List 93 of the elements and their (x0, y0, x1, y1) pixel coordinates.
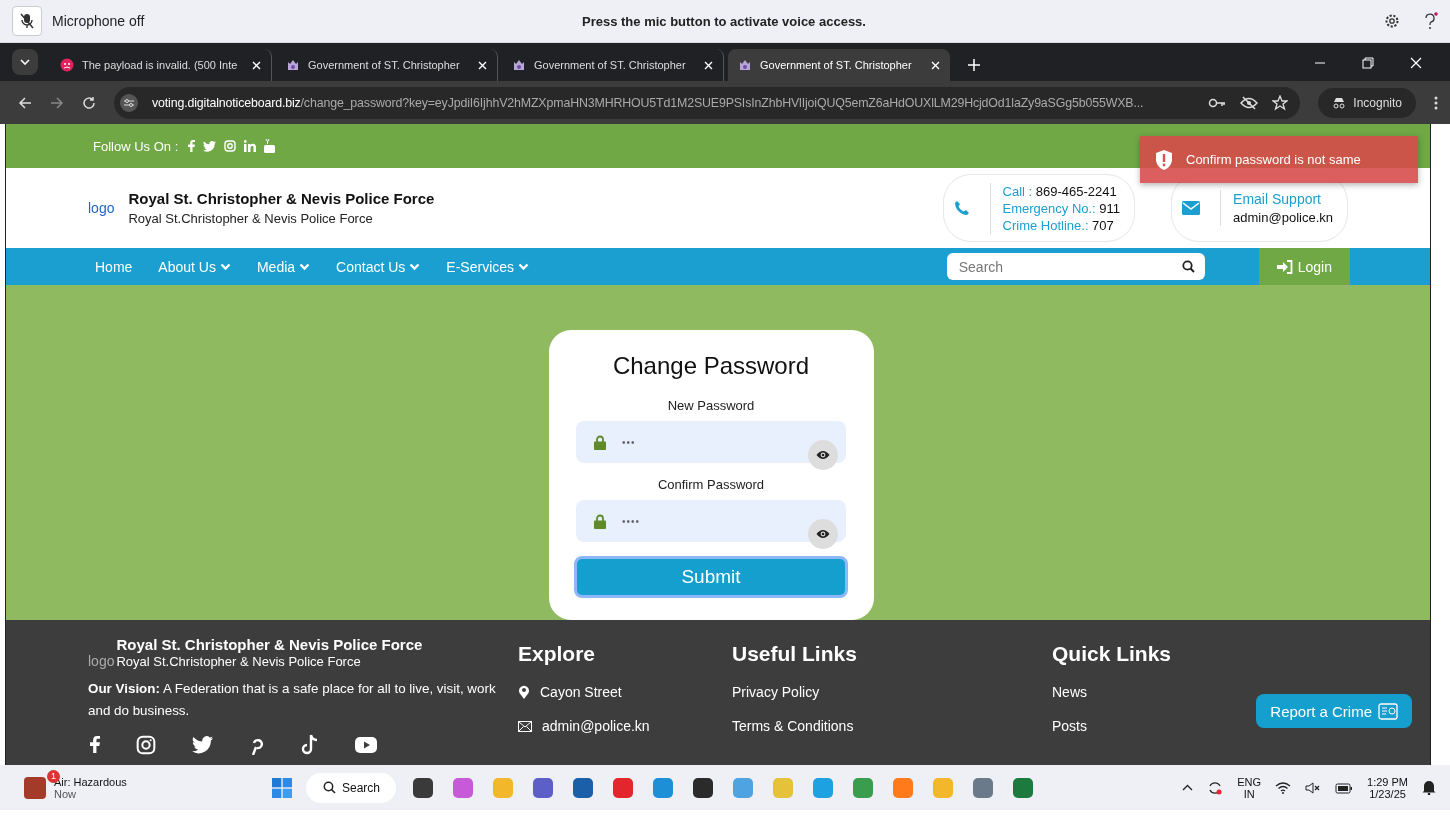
eye-icon (816, 529, 830, 539)
microphone-off-button[interactable] (12, 6, 42, 36)
warning-shield-icon (1154, 148, 1174, 171)
notification-bell-icon[interactable] (1422, 780, 1436, 795)
instagram-icon[interactable] (136, 734, 156, 755)
crest-icon (286, 58, 300, 72)
input-language-indicator[interactable]: ENG IN (1237, 775, 1262, 800)
browser-tab[interactable]: Government of ST. Christopher (728, 49, 950, 81)
footer-link[interactable]: Terms & Conditions (732, 718, 854, 734)
microphone-slash-icon (20, 13, 34, 29)
star-icon[interactable] (1272, 94, 1289, 111)
speaker-muted-icon[interactable] (1305, 780, 1322, 795)
envelope-icon (518, 720, 532, 732)
phone-icon (953, 200, 970, 216)
tab-search-button[interactable] (12, 49, 38, 75)
site-settings-icon[interactable] (120, 93, 138, 112)
email-support-label: Email Support (1233, 190, 1322, 209)
close-icon[interactable] (931, 60, 940, 70)
help-icon[interactable] (1422, 12, 1438, 30)
site-title: Royal St. Christopher & Nevis Police Force (128, 190, 435, 207)
footer-title: Royal St. Christopher & Nevis Police Force (116, 636, 423, 653)
start-icon[interactable] (272, 777, 293, 798)
close-icon[interactable] (1410, 57, 1422, 69)
tiktok-icon[interactable] (301, 734, 319, 755)
search-field[interactable]: Search (946, 253, 1205, 280)
settings-icon[interactable] (1384, 13, 1400, 29)
login-arrow-icon (1276, 259, 1293, 274)
wifi-icon[interactable] (1275, 781, 1292, 794)
crest-icon (512, 58, 526, 72)
site-subtitle: Royal St.Christopher & Nevis Police Force (128, 211, 374, 226)
search-icon[interactable] (1181, 260, 1195, 273)
weather-time: Now (54, 787, 77, 800)
eye-crossed-icon[interactable] (1240, 95, 1259, 110)
show-password-button[interactable] (808, 519, 838, 549)
follow-us-label: Follow Us On : (93, 138, 179, 154)
close-icon[interactable] (704, 60, 713, 70)
restore-icon[interactable] (1362, 57, 1374, 69)
phone-number-text: Call : 869-465-2241 (1002, 182, 1118, 200)
broken-logo-image: logo (88, 200, 115, 216)
search-icon (322, 781, 336, 794)
footer-subtitle: Royal St.Christopher & Nevis Police Force (116, 654, 362, 669)
padlock-icon (594, 434, 606, 450)
voice-access-message: Press the mic button to activate voice access. (581, 13, 867, 29)
taskbar-search-field[interactable]: Search (306, 772, 397, 803)
crest-icon (738, 58, 752, 72)
vision-statement: Our Vision: A Federation that is a safe place for all to live, visit, work and do business. (88, 680, 497, 720)
password-field[interactable]: •••• (576, 500, 846, 542)
weather-alert-icon[interactable] (24, 776, 46, 799)
close-icon[interactable] (252, 60, 261, 70)
envelope-icon (1182, 201, 1201, 215)
reload-icon[interactable] (82, 95, 96, 110)
clock[interactable]: 1:29 PM 1/23/25 (1367, 775, 1408, 800)
eye-icon (816, 450, 830, 460)
key-icon[interactable] (1208, 97, 1227, 108)
incognito-button[interactable]: Incognito (1318, 87, 1416, 118)
toast-message: Confirm password is not same (1186, 152, 1361, 167)
twitter-icon[interactable] (192, 735, 213, 754)
error-face-icon (60, 58, 74, 72)
linkedin-icon[interactable] (244, 140, 257, 152)
footer-link[interactable]: Posts (1052, 718, 1087, 734)
show-password-button[interactable] (808, 440, 838, 470)
footer-heading: Quick Links (1052, 642, 1172, 666)
close-icon[interactable] (478, 60, 487, 70)
field-label: Confirm Password (657, 477, 765, 492)
field-label: New Password (667, 398, 755, 413)
incognito-icon (1332, 96, 1347, 109)
phone-number-text: Crime Hotline.: 707 (1002, 216, 1115, 234)
padlock-icon (594, 513, 606, 529)
location-pin-icon (518, 685, 530, 699)
footer-link[interactable]: Privacy Policy (732, 684, 820, 700)
footer-link[interactable]: admin@police.kn (542, 718, 650, 734)
sync-icon[interactable] (1207, 779, 1224, 796)
phone-number-text: Emergency No.: 911 (1002, 199, 1121, 217)
footer-heading: Explore (518, 642, 597, 666)
chevron-down-icon (20, 59, 30, 65)
footer-link[interactable]: News (1052, 684, 1087, 700)
chevron-up-icon[interactable] (1182, 784, 1194, 791)
address-bar[interactable]: voting.digitalnoticeboard.biz/change_password?key=eyJpdiI6IjhhV2hMZXpmaHN3MHRHOU5Td1M2SUE9PSIsInZhbHVlIjoiQUQ5emZ6aHdOUXlLM29HcjdOd1laZy9aSGg5b055WXB... (114, 86, 1301, 119)
back-arrow-icon[interactable] (18, 95, 32, 110)
id-card-icon (1378, 702, 1398, 720)
password-field[interactable]: ••• (576, 421, 846, 463)
menu-icon[interactable] (1434, 95, 1438, 110)
broken-logo-image: logo (88, 653, 115, 669)
microphone-status: Microphone off (52, 13, 146, 29)
new-tab-icon[interactable] (968, 59, 980, 71)
forward-arrow-icon[interactable] (50, 95, 64, 110)
facebook-icon[interactable] (90, 735, 100, 754)
youtube-icon[interactable] (355, 736, 377, 753)
footer-link[interactable]: Cayon Street (540, 684, 622, 700)
form-title: Change Password (612, 352, 810, 380)
email-address: admin@police.kn (1233, 209, 1333, 226)
battery-icon[interactable] (1335, 781, 1354, 794)
footer-heading: Useful Links (732, 642, 858, 666)
